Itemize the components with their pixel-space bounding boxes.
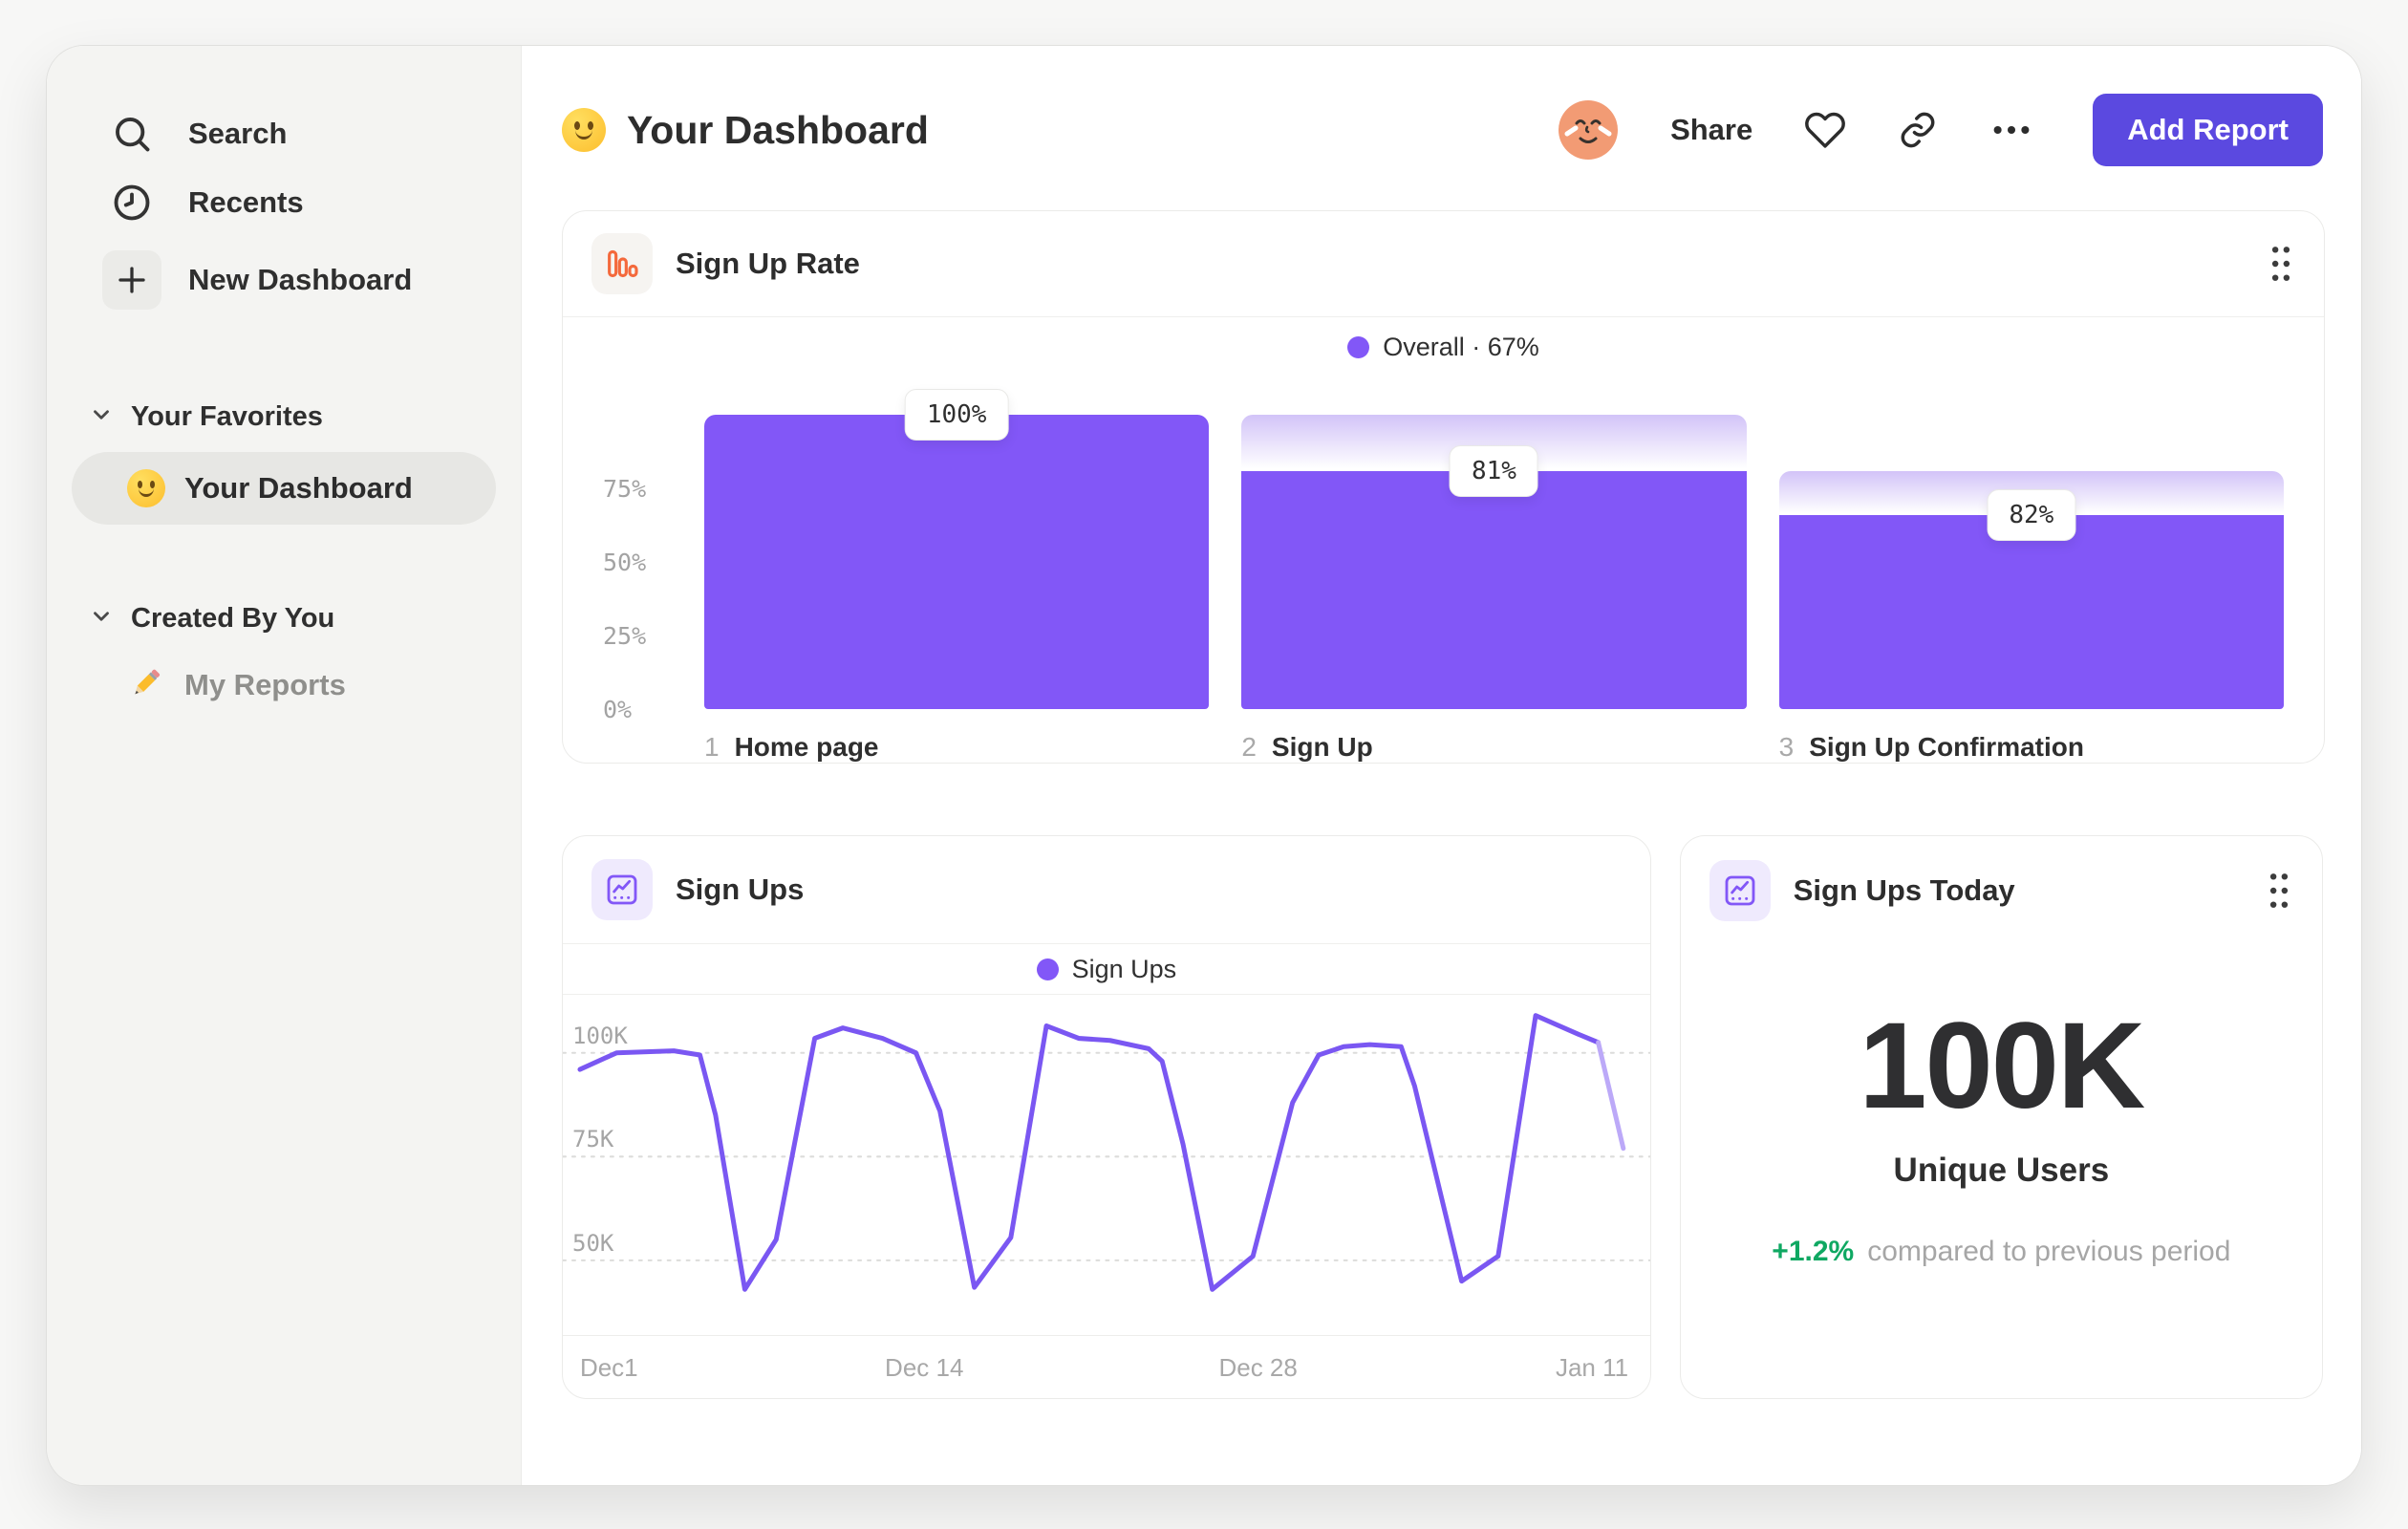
sidebar-item-your-dashboard[interactable]: Your Dashboard xyxy=(72,452,496,525)
line-chart: 100K 75K 50K xyxy=(563,995,1650,1335)
legend-label: Sign Ups xyxy=(1071,954,1177,983)
metric-value: 100K xyxy=(1859,998,2145,1134)
funnel-chart: 75% 50% 25% 0% 100% 81% 82% xyxy=(603,389,2284,723)
sidebar-item-label: My Reports xyxy=(184,667,346,701)
sidebar-section-your-favorites[interactable]: Your Favorites xyxy=(72,390,496,444)
favorite-heart-icon[interactable] xyxy=(1804,109,1846,151)
funnel-step-label: 1 Home page xyxy=(704,732,1209,763)
line-x-tick: Dec 28 xyxy=(1218,1353,1298,1382)
funnel-value-badge: 82% xyxy=(1987,488,2076,541)
drag-handle-icon[interactable] xyxy=(2265,870,2293,912)
card-title: Sign Ups xyxy=(676,872,805,906)
page-header: Your Dashboard Share Add Report xyxy=(562,75,2323,185)
line-x-tick: Dec 14 xyxy=(885,1353,964,1382)
sign-up-rate-card: Sign Up Rate Overall · 67% 75% 50% 25% 0% xyxy=(562,210,2325,764)
funnel-value-badge: 100% xyxy=(904,389,1009,441)
funnel-bar-sign-up[interactable]: 81% xyxy=(1241,415,1747,709)
card-header: Sign Up Rate xyxy=(563,211,2324,317)
copy-link-icon[interactable] xyxy=(1898,110,1938,150)
search-icon xyxy=(102,113,161,155)
sidebar-item-my-reports[interactable]: My Reports xyxy=(72,646,496,723)
clock-icon xyxy=(102,182,161,224)
line-legend[interactable]: Sign Ups xyxy=(563,944,1650,995)
legend-separator: · xyxy=(1472,332,1481,361)
metric-delta: +1.2% xyxy=(1772,1236,1855,1267)
more-options-icon[interactable] xyxy=(1989,108,2033,152)
funnel-legend[interactable]: Overall · 67% xyxy=(603,317,2284,377)
sidebar: Search Recents New Dashboard Your Favori… xyxy=(47,46,522,1485)
step-number: 2 xyxy=(1241,732,1257,762)
card-title: Sign Up Rate xyxy=(676,247,860,280)
funnel-step-label: 2 Sign Up xyxy=(1241,732,1746,763)
funnel-step-label: 3 Sign Up Confirmation xyxy=(1779,732,2284,763)
smiley-emoji-icon xyxy=(562,108,606,152)
line-chart-icon xyxy=(591,859,653,920)
card-title: Sign Ups Today xyxy=(1793,872,2015,907)
sidebar-item-label: Recents xyxy=(188,185,304,219)
sidebar-item-search[interactable]: Search xyxy=(72,99,496,168)
legend-value: 67% xyxy=(1487,332,1539,361)
add-report-button[interactable]: Add Report xyxy=(2093,94,2323,166)
sidebar-section-created-by-you[interactable]: Created By You xyxy=(72,592,496,646)
pencil-icon xyxy=(127,663,165,706)
funnel-bar-fill xyxy=(1241,470,1747,709)
funnel-bar-home-page[interactable]: 100% xyxy=(704,389,1210,709)
step-name: Sign Up xyxy=(1271,732,1373,762)
sidebar-item-new-dashboard[interactable]: New Dashboard xyxy=(72,237,496,323)
funnel-bar-sign-up-confirmation[interactable]: 82% xyxy=(1778,415,2284,709)
sidebar-item-label: Search xyxy=(188,117,288,150)
plus-icon xyxy=(102,250,161,310)
step-name: Home page xyxy=(734,732,879,762)
line-x-tick: Dec1 xyxy=(579,1353,638,1382)
smiley-emoji-icon xyxy=(127,469,165,507)
step-name: Sign Up Confirmation xyxy=(1809,732,2084,762)
sidebar-item-label: Your Dashboard xyxy=(184,471,413,505)
legend-dot xyxy=(1347,335,1370,358)
bar-chart-icon xyxy=(591,233,653,294)
line-y-tick: 75K xyxy=(572,1126,614,1153)
metric-delta-description: compared to previous period xyxy=(1867,1236,2231,1267)
funnel-y-axis: 75% 50% 25% 0% xyxy=(603,415,672,723)
card-header: Sign Ups Today xyxy=(1681,836,2322,944)
sign-ups-today-card: Sign Ups Today 100K Unique Users +1.2% c… xyxy=(1679,835,2323,1399)
drag-handle-icon[interactable] xyxy=(2267,243,2295,285)
sidebar-item-recents[interactable]: Recents xyxy=(72,168,496,237)
step-number: 1 xyxy=(704,732,720,762)
metric-unit-label: Unique Users xyxy=(1893,1152,2110,1189)
step-number: 3 xyxy=(1778,732,1795,762)
funnel-y-tick: 75% xyxy=(603,475,647,503)
chevron-down-icon xyxy=(89,402,114,432)
sidebar-section-label: Your Favorites xyxy=(131,401,323,432)
funnel-y-tick: 25% xyxy=(603,622,647,650)
legend-label: Overall xyxy=(1383,332,1465,361)
sign-ups-card: Sign Ups Sign Ups 100K 75K 50K Dec1 Dec 14 D… xyxy=(562,835,1651,1399)
sidebar-section-label: Created By You xyxy=(131,603,335,634)
line-y-tick: 100K xyxy=(572,1022,628,1049)
funnel-y-tick: 50% xyxy=(603,549,647,576)
funnel-bar-fill xyxy=(704,415,1210,709)
line-x-axis: Dec1 Dec 14 Dec 28 Jan 11 xyxy=(563,1335,1650,1398)
page-title: Your Dashboard xyxy=(627,107,929,152)
main-content: Your Dashboard Share Add Report Sign Up … xyxy=(522,46,2361,1485)
funnel-y-tick: 0% xyxy=(603,696,633,723)
avatar[interactable] xyxy=(1558,99,1619,161)
line-chart-svg xyxy=(563,1013,1650,1292)
line-y-tick: 50K xyxy=(572,1229,614,1257)
legend-dot xyxy=(1036,958,1059,980)
chevron-down-icon xyxy=(89,604,114,634)
funnel-value-badge: 81% xyxy=(1450,444,1538,497)
line-chart-icon xyxy=(1709,859,1771,921)
metric-body: 100K Unique Users +1.2% compared to prev… xyxy=(1681,944,2322,1398)
share-button[interactable]: Share xyxy=(1670,113,1752,147)
app-window: Search Recents New Dashboard Your Favori… xyxy=(46,45,2362,1486)
funnel-bar-fill xyxy=(1778,514,2284,709)
card-header: Sign Ups xyxy=(563,836,1650,944)
line-x-tick: Jan 11 xyxy=(1555,1353,1629,1382)
funnel-x-labels: 1 Home page 2 Sign Up 3 Sign Up Confirma… xyxy=(603,732,2284,763)
sidebar-item-label: New Dashboard xyxy=(188,263,413,296)
